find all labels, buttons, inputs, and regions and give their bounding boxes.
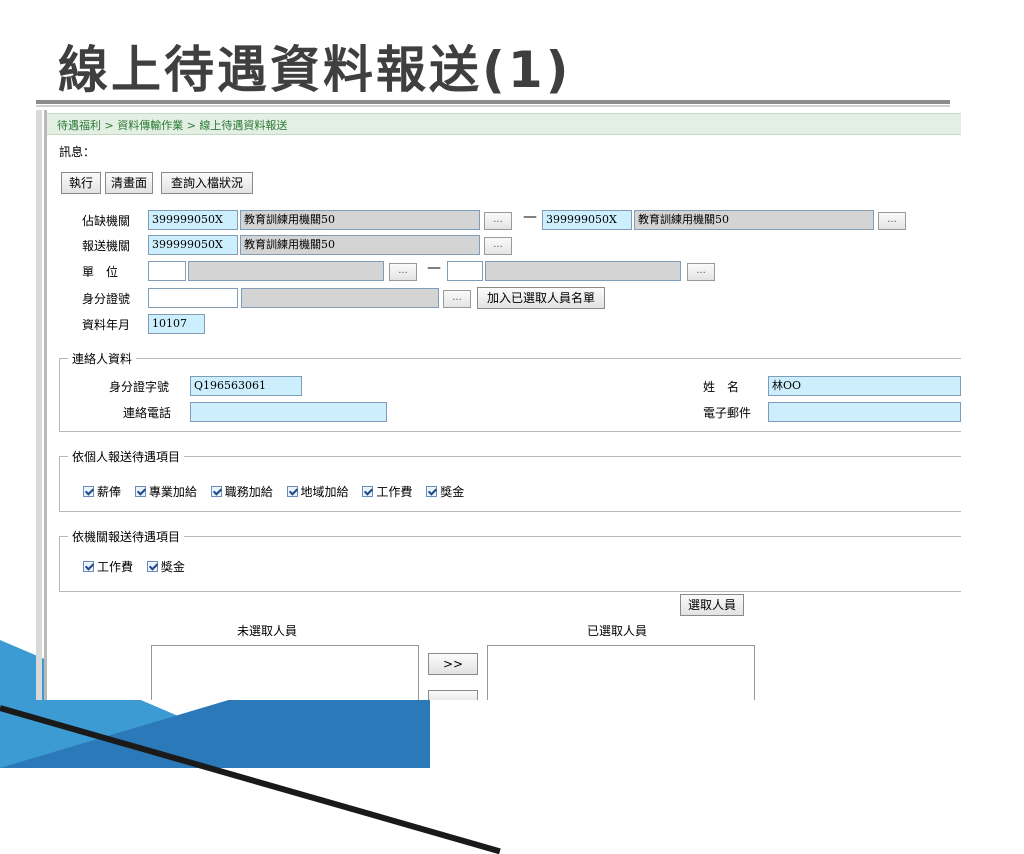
unit-to-browse-button[interactable]: ...: [687, 263, 715, 281]
personal-item-bonus[interactable]: 獎金: [426, 485, 464, 499]
message-label: 訊息：: [59, 145, 96, 159]
contact-name-label: 姓 名: [703, 380, 740, 394]
app-screenshot: 待遇福利 > 資料傳輸作業 > 線上待遇資料報送 訊息： 執行 清畫面 查詢入檔…: [44, 110, 961, 700]
checkbox-checked-icon[interactable]: [146, 561, 158, 572]
unit-name-from-input: [188, 261, 384, 281]
personal-item-work-fee[interactable]: 工作費: [362, 485, 412, 499]
contact-phone-label: 連絡電話: [123, 406, 172, 420]
contact-email-input[interactable]: [768, 402, 961, 422]
vacancy-org-code-to-input[interactable]: 399999050X: [542, 210, 632, 230]
screenshot-shadow: [36, 110, 42, 700]
org-items-checkboxes: 工作費 獎金: [83, 558, 195, 575]
report-org-name-input: 教育訓練用機關50: [240, 235, 480, 255]
personal-items-checkboxes: 薪俸 專業加給 職務加給 地域加給 工作費 獎金: [83, 483, 474, 500]
contact-legend: 連絡人資料: [72, 352, 133, 366]
personal-items-fieldset: 依個人報送待遇項目: [59, 448, 961, 512]
contact-phone-input[interactable]: [190, 402, 387, 422]
personal-item-duty-allowance[interactable]: 職務加給: [210, 485, 273, 499]
personal-items-legend: 依個人報送待遇項目: [72, 450, 181, 464]
id-number-input[interactable]: [148, 288, 238, 308]
report-org-label: 報送機關: [82, 239, 131, 253]
vacancy-org-name-to-input: 教育訓練用機關50: [634, 210, 874, 230]
unit-name-to-input: [485, 261, 681, 281]
vacancy-org-from-browse-button[interactable]: ...: [484, 212, 512, 230]
personal-item-professional-allowance[interactable]: 專業加給: [134, 485, 197, 499]
checkbox-checked-icon[interactable]: [83, 561, 94, 572]
checkbox-checked-icon[interactable]: [286, 486, 298, 497]
personal-item-regional-allowance[interactable]: 地域加給: [286, 485, 349, 499]
execute-button[interactable]: 執行: [61, 172, 101, 194]
report-org-code-input[interactable]: 399999050X: [148, 235, 238, 255]
selected-people-list[interactable]: [487, 645, 755, 700]
unselected-people-label: 未選取人員: [237, 624, 298, 638]
vacancy-org-code-from-input[interactable]: 399999050X: [148, 210, 238, 230]
select-person-button[interactable]: 選取人員: [680, 594, 744, 616]
breadcrumb: 待遇福利 > 資料傳輸作業 > 線上待遇資料報送: [47, 113, 961, 135]
unit-from-browse-button[interactable]: ...: [389, 263, 417, 281]
checkbox-checked-icon[interactable]: [83, 486, 94, 497]
unit-code-from-input[interactable]: [148, 261, 186, 281]
checkbox-checked-icon[interactable]: [134, 486, 146, 497]
checkbox-checked-icon[interactable]: [426, 486, 438, 497]
personal-item-salary[interactable]: 薪俸: [83, 485, 121, 499]
title-underline: [36, 100, 950, 104]
query-status-button[interactable]: 查詢入檔狀況: [161, 172, 253, 194]
org-item-work-fee[interactable]: 工作費: [83, 560, 133, 574]
selected-people-label: 已選取人員: [587, 624, 648, 638]
title-underline-shadow: [36, 105, 950, 107]
id-name-input: [241, 288, 439, 308]
move-right-button[interactable]: >>: [428, 653, 478, 675]
checkbox-checked-icon[interactable]: [362, 486, 374, 497]
slide-title: 線上待遇資料報送(1): [58, 41, 572, 99]
id-number-label: 身分證號: [82, 292, 131, 306]
move-left-button[interactable]: [428, 690, 478, 700]
range-dash: —: [427, 260, 441, 276]
id-browse-button[interactable]: ...: [443, 290, 471, 308]
breadcrumb-text[interactable]: 待遇福利 > 資料傳輸作業 > 線上待遇資料報送: [57, 117, 287, 133]
contact-id-label: 身分證字號: [109, 380, 170, 394]
unselected-people-list[interactable]: [151, 645, 419, 700]
contact-id-input[interactable]: Q196563061: [190, 376, 302, 396]
add-selected-person-button[interactable]: 加入已選取人員名單: [477, 287, 605, 309]
data-month-input[interactable]: 10107: [148, 314, 205, 334]
unit-label: 單 位: [82, 265, 119, 279]
range-dash: —: [523, 209, 537, 225]
vacancy-org-to-browse-button[interactable]: ...: [878, 212, 906, 230]
unit-code-to-input[interactable]: [447, 261, 483, 281]
clear-screen-button[interactable]: 清畫面: [105, 172, 153, 194]
data-month-label: 資料年月: [82, 318, 131, 332]
report-org-browse-button[interactable]: ...: [484, 237, 512, 255]
vacancy-org-name-from-input: 教育訓練用機關50: [240, 210, 480, 230]
contact-email-label: 電子郵件: [703, 406, 752, 420]
checkbox-checked-icon[interactable]: [210, 486, 222, 497]
vacancy-org-label: 佔缺機關: [82, 214, 131, 228]
org-item-bonus[interactable]: 獎金: [146, 560, 185, 574]
org-items-legend: 依機關報送待遇項目: [72, 530, 181, 544]
contact-name-input[interactable]: 林OO: [768, 376, 961, 396]
